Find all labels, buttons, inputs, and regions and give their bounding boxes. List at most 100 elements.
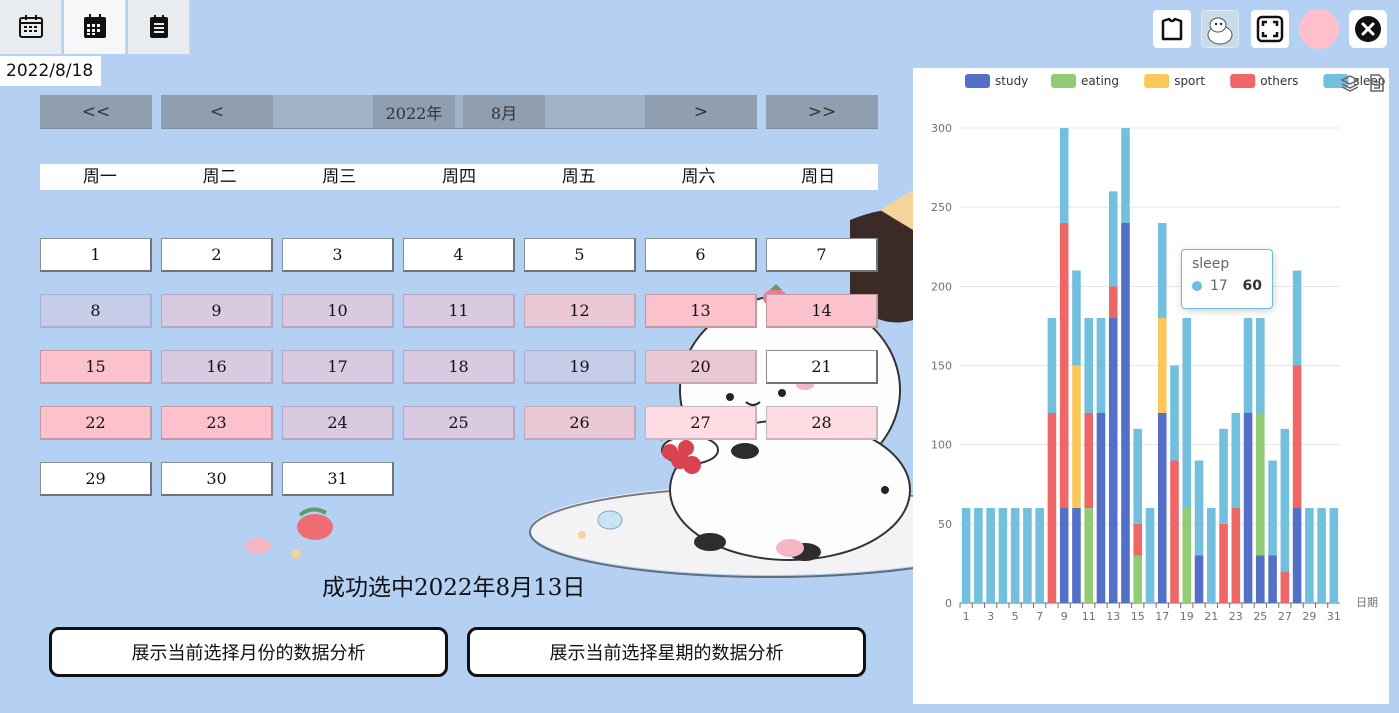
- bar-sleep: [1010, 508, 1020, 603]
- bar-sleep: [961, 508, 971, 603]
- bar-sleep: [998, 508, 1008, 603]
- bar-eating: [1182, 508, 1192, 603]
- chart-tooltip: sleep 17 60: [1181, 249, 1273, 309]
- month-analysis-button[interactable]: 展示当前选择月份的数据分析: [49, 627, 448, 677]
- bar-study: [1268, 555, 1277, 603]
- bar-sleep: [1059, 128, 1069, 223]
- bar-sleep: [986, 508, 995, 603]
- day-cell[interactable]: 16: [161, 350, 273, 384]
- bar-sleep: [1305, 508, 1314, 603]
- day-cell[interactable]: 2: [161, 238, 273, 272]
- next-year-button[interactable]: >>: [766, 95, 878, 129]
- bar-sleep: [1072, 270, 1081, 366]
- bar-sleep: [1170, 365, 1179, 461]
- x-tick-label: 1: [963, 610, 970, 623]
- legend-swatch-others: [1230, 74, 1256, 88]
- prev-month-button[interactable]: <: [161, 95, 273, 129]
- day-cell[interactable]: 4: [403, 238, 515, 272]
- calendar-grid-icon: [83, 14, 106, 38]
- legend-label-others: others: [1260, 74, 1298, 88]
- x-tick-label: 15: [1131, 610, 1145, 623]
- day-cell[interactable]: 31: [282, 462, 394, 496]
- day-cell[interactable]: 27: [645, 406, 757, 440]
- y-tick-label: 300: [931, 122, 952, 135]
- y-tick-label: 200: [931, 280, 952, 293]
- day-cell[interactable]: 17: [282, 350, 394, 384]
- day-cell[interactable]: 7: [766, 238, 878, 272]
- bar-sleep: [1207, 508, 1216, 603]
- bar-others: [1108, 286, 1118, 318]
- week-analysis-button[interactable]: 展示当前选择星期的数据分析: [467, 627, 866, 677]
- bar-sleep: [1084, 318, 1093, 413]
- day-cell[interactable]: 18: [403, 350, 515, 384]
- day-cell[interactable]: 30: [161, 462, 273, 496]
- bar-others: [1280, 571, 1290, 603]
- x-tick-label: 23: [1229, 610, 1243, 623]
- day-cell[interactable]: 25: [403, 406, 515, 440]
- x-axis-label: 日期: [1356, 596, 1378, 609]
- x-tick-label: 25: [1253, 610, 1267, 623]
- bar-sleep: [1219, 428, 1228, 524]
- bar-others: [1231, 508, 1241, 603]
- day-cell[interactable]: 10: [282, 294, 394, 328]
- day-cell[interactable]: 12: [524, 294, 636, 328]
- day-cell[interactable]: 11: [403, 294, 515, 328]
- y-tick-label: 0: [945, 597, 952, 610]
- day-cell[interactable]: 14: [766, 294, 878, 328]
- tab-calendar-grid[interactable]: [64, 0, 126, 54]
- bar-sleep: [1023, 508, 1032, 603]
- shirt-icon: [1161, 17, 1183, 41]
- x-tick-label: 11: [1082, 610, 1096, 623]
- stacked-bar-chart: 0501001502002503001 3 5 7 9 11 13 15 17 19 21 23 25 2…: [931, 74, 1385, 623]
- day-cell[interactable]: 29: [40, 462, 152, 496]
- bar-sleep: [1145, 508, 1155, 603]
- day-cell[interactable]: 24: [282, 406, 394, 440]
- bar-sleep: [1292, 270, 1302, 366]
- fullscreen-button[interactable]: [1251, 10, 1289, 48]
- day-cell[interactable]: 21: [766, 350, 878, 384]
- bar-eating: [1084, 508, 1093, 603]
- avatar-icon[interactable]: [1299, 9, 1339, 49]
- x-tick-label: 29: [1302, 610, 1316, 623]
- bar-sleep: [1317, 508, 1326, 603]
- legend-swatch-eating: [1051, 74, 1076, 88]
- wallpaper-thumbnail[interactable]: [1201, 10, 1239, 48]
- bar-sleep: [1035, 508, 1044, 603]
- bar-sleep: [1268, 460, 1277, 556]
- tab-calendar[interactable]: [0, 0, 62, 54]
- month-label[interactable]: 8月: [463, 95, 545, 129]
- legend-label-eating: eating: [1081, 74, 1119, 88]
- next-month-button[interactable]: >: [645, 95, 757, 129]
- day-cell[interactable]: 20: [645, 350, 757, 384]
- fullscreen-icon: [1256, 15, 1284, 43]
- current-date-label: 2022/8/18: [0, 56, 101, 86]
- day-cell[interactable]: 23: [161, 406, 273, 440]
- day-cell[interactable]: 9: [161, 294, 273, 328]
- day-cell[interactable]: 13: [645, 294, 757, 328]
- weekday-label: 周二: [202, 167, 237, 187]
- bar-sleep: [1280, 428, 1290, 572]
- day-cell[interactable]: 1: [40, 238, 152, 272]
- bar-sleep: [1133, 428, 1143, 524]
- year-label[interactable]: 2022年: [373, 95, 455, 129]
- day-cell[interactable]: 22: [40, 406, 152, 440]
- day-cell[interactable]: 6: [645, 238, 757, 272]
- prev-year-button[interactable]: <<: [40, 95, 152, 129]
- day-cell[interactable]: 19: [524, 350, 636, 384]
- day-cell[interactable]: 8: [40, 294, 152, 328]
- day-cell[interactable]: 5: [524, 238, 636, 272]
- skin-button[interactable]: [1153, 10, 1191, 48]
- bar-sleep: [974, 508, 983, 603]
- close-button[interactable]: [1349, 10, 1387, 48]
- day-cell[interactable]: 26: [524, 406, 636, 440]
- weekday-label: 周三: [322, 167, 357, 187]
- bar-sleep: [1157, 223, 1167, 318]
- day-cell[interactable]: 15: [40, 350, 152, 384]
- chart-panel: 0 50 100 150 200 250 300 1 3 5 7 9 11 13 15 17 19 21 23 25 2…: [913, 68, 1389, 704]
- nav-divider: [455, 95, 463, 129]
- bar-sleep: [1121, 128, 1130, 223]
- day-cell[interactable]: 3: [282, 238, 394, 272]
- tab-notes[interactable]: [128, 0, 190, 54]
- day-cell[interactable]: 28: [766, 406, 878, 440]
- bar-others: [1084, 413, 1093, 508]
